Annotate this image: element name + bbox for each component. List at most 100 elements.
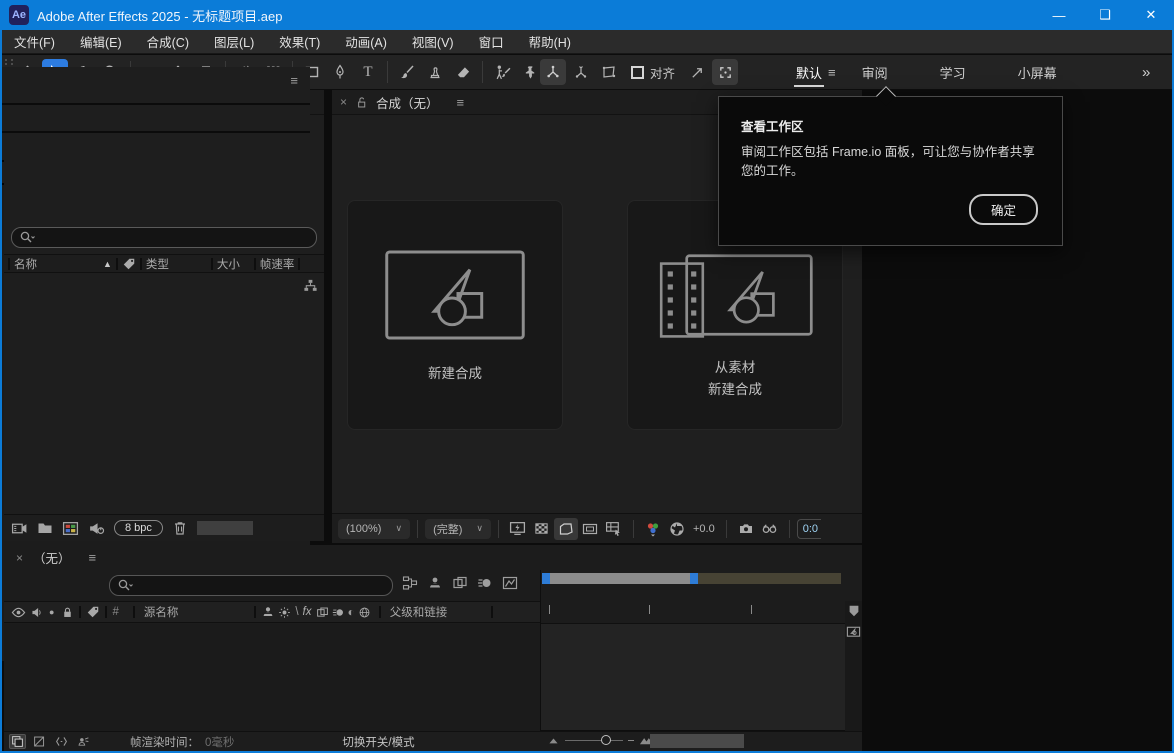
time-ruler[interactable]	[541, 601, 846, 624]
guides-button[interactable]	[578, 518, 602, 540]
transparency-grid-button[interactable]	[530, 518, 554, 540]
toggle-audio-button[interactable]	[88, 520, 105, 537]
exposure-value[interactable]: +0.0	[693, 523, 715, 535]
column-type[interactable]: 类型	[146, 256, 169, 272]
workspace-tab-review[interactable]: 审阅	[856, 55, 894, 90]
zoom-out-mountain-icon[interactable]	[547, 734, 560, 747]
channel-rgb-button[interactable]	[641, 518, 665, 540]
workspace-tab-learn[interactable]: 学习	[934, 55, 972, 90]
comp-panel-menu-icon[interactable]: ≡	[457, 95, 465, 110]
toggle-transfer-controls-pane[interactable]	[31, 734, 48, 749]
timeline-tab-close-icon[interactable]: ×	[16, 551, 23, 565]
three-d-layer-icon[interactable]	[358, 606, 371, 619]
effects-fx-icon[interactable]: fx	[303, 606, 312, 618]
view-axis-mode-button[interactable]	[596, 59, 622, 85]
tab-composition[interactable]: 合成（无）	[376, 93, 439, 112]
new-folder-button[interactable]	[37, 520, 53, 536]
sort-ascending-icon[interactable]: ▲	[103, 259, 112, 269]
collapse-transformations-icon[interactable]	[278, 606, 291, 619]
type-tool[interactable]: T	[355, 59, 381, 85]
menu-effect[interactable]: 效果(T)	[279, 32, 320, 51]
column-source-name[interactable]: 源名称	[144, 604, 179, 620]
zoom-slider-track[interactable]	[565, 740, 623, 741]
roto-brush-tool[interactable]	[489, 59, 515, 85]
column-frame-rate[interactable]: 帧速率	[260, 256, 295, 272]
frame-blending-icon[interactable]	[452, 575, 468, 591]
exposure-reset-icon[interactable]	[665, 518, 689, 540]
workspace-tab-default[interactable]: 默认	[790, 55, 828, 90]
comp-tab-close-icon[interactable]: ×	[340, 95, 347, 109]
menu-composition[interactable]: 合成(C)	[147, 32, 189, 51]
quality-switch-icon[interactable]: \	[295, 606, 298, 618]
toggle-render-time-pane[interactable]	[75, 734, 92, 749]
timeline-panel-menu-icon[interactable]: ≡	[89, 550, 97, 565]
more-workspaces-chevron[interactable]: »	[1142, 55, 1150, 90]
comp-button-icon[interactable]	[846, 624, 861, 639]
project-flowchart-icon[interactable]	[303, 278, 318, 293]
graph-editor-icon[interactable]	[502, 575, 518, 591]
project-search-input[interactable]	[11, 227, 317, 248]
work-area-bar[interactable]	[544, 573, 841, 584]
menu-view[interactable]: 视图(V)	[412, 32, 454, 51]
label-tag-icon[interactable]	[86, 605, 100, 619]
snap-checkbox[interactable]	[631, 66, 644, 79]
preview-timecode[interactable]: 0:0	[797, 519, 821, 539]
composition-mini-flowchart-icon[interactable]	[402, 575, 418, 591]
lock-icon[interactable]	[61, 606, 74, 619]
new-composition-button[interactable]	[62, 520, 79, 537]
audio-speaker-icon[interactable]	[30, 606, 43, 619]
show-snapshot-button[interactable]	[758, 518, 782, 540]
menu-file[interactable]: 文件(F)	[14, 32, 55, 51]
pen-tool[interactable]	[327, 59, 353, 85]
timeline-layer-list-empty[interactable]	[4, 624, 540, 731]
timeline-track-area[interactable]	[541, 624, 845, 731]
column-name[interactable]: 名称	[14, 256, 37, 272]
work-area-end-handle[interactable]	[690, 573, 698, 584]
work-area-start-handle[interactable]	[542, 573, 550, 584]
eraser-tool[interactable]	[450, 59, 476, 85]
minimize-button[interactable]: —	[1036, 0, 1082, 30]
frame-blend-switch-icon[interactable]	[316, 606, 329, 619]
clone-stamp-tool[interactable]	[422, 59, 448, 85]
video-eye-icon[interactable]	[11, 605, 26, 620]
maximize-button[interactable]: ❑	[1082, 0, 1128, 30]
title-bar[interactable]: Ae Adobe After Effects 2025 - 无标题项目.aep …	[0, 0, 1174, 30]
workspace-tab-small-screen[interactable]: 小屏幕	[1012, 55, 1063, 90]
snap-mask-and-shape-button[interactable]	[712, 59, 738, 85]
grid-options-button[interactable]	[602, 518, 626, 540]
unlock-icon[interactable]	[355, 96, 368, 109]
toggle-in-out-duration-pane[interactable]	[53, 734, 70, 749]
solo-icon[interactable]: ●	[49, 607, 54, 617]
magnification-dropdown[interactable]: (100%)∨	[338, 519, 410, 539]
menu-layer[interactable]: 图层(L)	[214, 32, 254, 51]
new-composition-card[interactable]: 新建合成	[347, 200, 563, 430]
snap-control[interactable]: 对齐	[631, 63, 675, 82]
column-index[interactable]: #	[112, 606, 118, 618]
menu-window[interactable]: 窗口	[479, 32, 504, 51]
timeline-zoom-slider[interactable]	[547, 733, 654, 748]
motion-blur-switch-icon[interactable]	[332, 606, 345, 619]
toggle-switches-modes-button[interactable]: 切换开关/模式	[342, 734, 414, 750]
zoom-slider-knob[interactable]	[601, 735, 611, 745]
world-axis-mode-button[interactable]	[568, 59, 594, 85]
hide-shy-layers-icon[interactable]	[427, 575, 443, 591]
tab-timeline-none[interactable]: （无）	[33, 548, 71, 567]
snapshot-camera-button[interactable]	[734, 518, 758, 540]
fast-previews-button[interactable]	[506, 518, 530, 540]
column-parent-link[interactable]: 父级和链接	[390, 604, 448, 620]
delete-trash-button[interactable]	[172, 520, 188, 536]
workspace-menu-icon[interactable]: ≡	[828, 65, 842, 80]
comp-marker-bin-icon[interactable]	[847, 604, 861, 618]
resolution-dropdown[interactable]: (完整)∨	[425, 519, 491, 539]
menu-help[interactable]: 帮助(H)	[529, 32, 571, 51]
column-size[interactable]: 大小	[217, 256, 240, 272]
region-of-interest-button[interactable]	[554, 518, 578, 540]
brush-tool[interactable]	[394, 59, 420, 85]
motion-blur-icon[interactable]	[477, 575, 493, 591]
bit-depth-button[interactable]: 8 bpc	[114, 520, 163, 536]
interpret-footage-button[interactable]	[11, 520, 28, 537]
local-axis-mode-button[interactable]	[540, 59, 566, 85]
tooltip-ok-button[interactable]: 确定	[969, 194, 1038, 225]
menu-animation[interactable]: 动画(A)	[345, 32, 387, 51]
adjustment-layer-icon[interactable]: ◐	[348, 605, 355, 619]
